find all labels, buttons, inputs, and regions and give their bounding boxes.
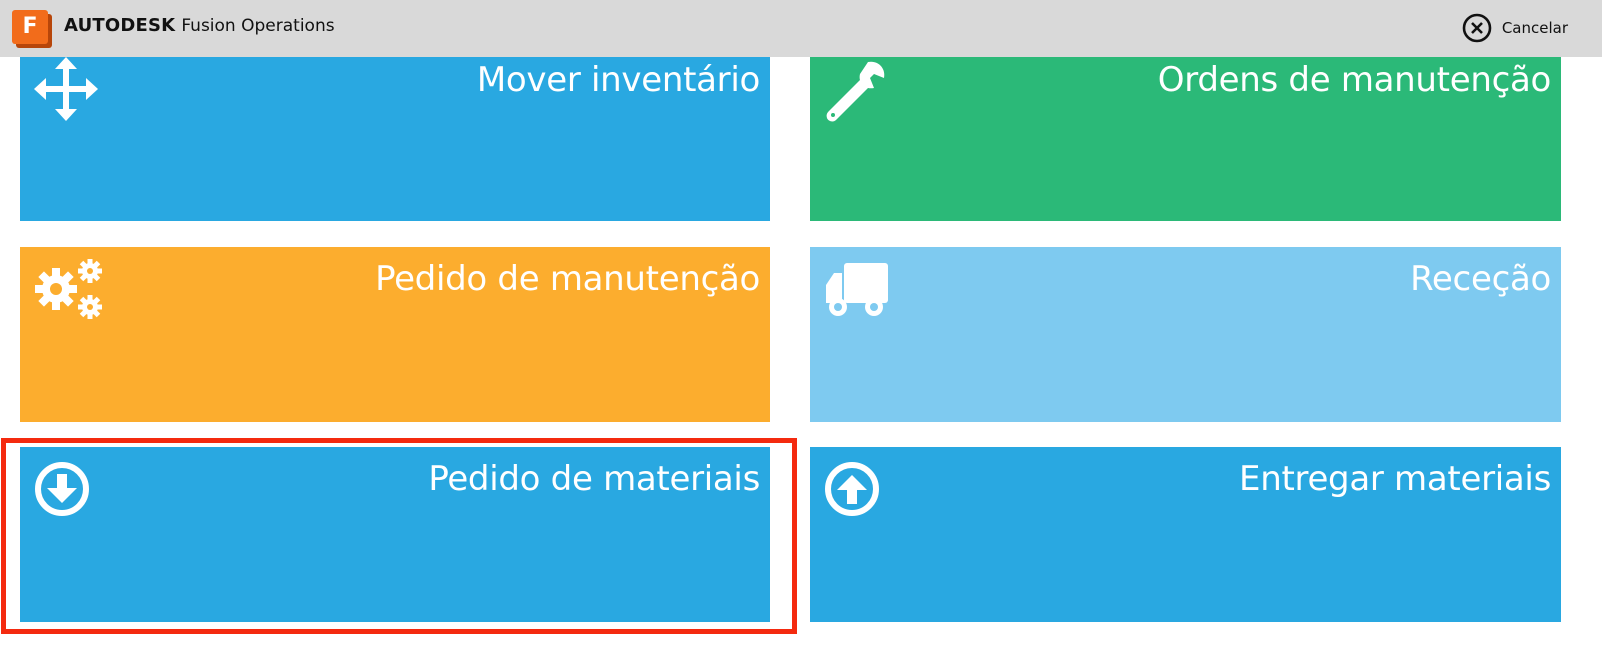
tile-label: Mover inventário	[476, 60, 760, 100]
move-arrows-icon	[34, 57, 98, 121]
tile-material-request[interactable]: Pedido de materiais	[20, 447, 770, 622]
arrow-up-circle-icon	[825, 462, 879, 516]
cancel-label: Cancelar	[1501, 19, 1568, 37]
tile-label: Entregar materiais	[1239, 459, 1551, 499]
tile-reception[interactable]: Receção	[810, 247, 1561, 422]
app-brand: AUTODESK Fusion Operations	[64, 15, 335, 36]
truck-icon	[826, 263, 888, 316]
app-header: F AUTODESK Fusion Operations Cancelar	[0, 0, 1602, 57]
fusion-logo-icon: F	[12, 10, 52, 48]
tile-label: Pedido de materiais	[428, 459, 760, 499]
gears-icon	[35, 259, 102, 319]
product-name: Fusion Operations	[181, 16, 335, 36]
tile-maintenance-request[interactable]: Pedido de manutenção	[20, 247, 770, 422]
brand-name: AUTODESK	[64, 15, 176, 36]
tile-label: Pedido de manutenção	[375, 259, 760, 299]
close-circle-icon	[1462, 13, 1492, 43]
tile-move-inventory[interactable]: Mover inventário	[20, 57, 770, 221]
tile-label: Ordens de manutenção	[1157, 60, 1552, 100]
tile-deliver-materials[interactable]: Entregar materiais	[810, 447, 1561, 622]
logo-letter: F	[12, 10, 48, 44]
wrench-icon	[826, 61, 885, 122]
tile-label: Receção	[1410, 259, 1551, 299]
tile-maintenance-orders[interactable]: Ordens de manutenção	[810, 57, 1561, 221]
arrow-down-circle-icon	[35, 462, 89, 516]
cancel-button[interactable]: Cancelar	[1462, 13, 1568, 43]
